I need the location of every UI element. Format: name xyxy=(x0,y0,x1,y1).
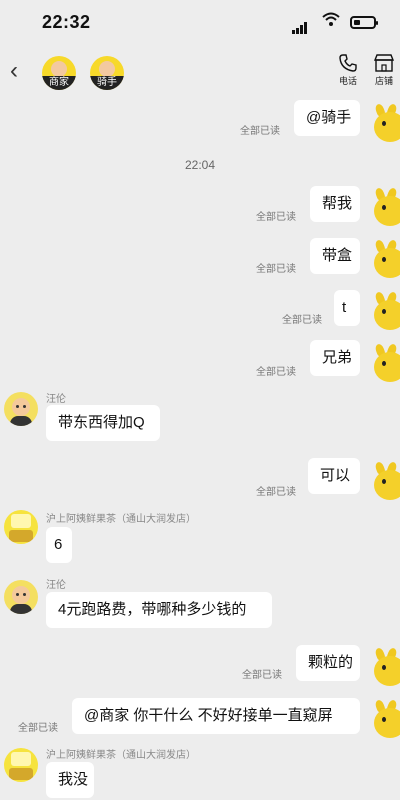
user-avatar[interactable] xyxy=(372,462,400,502)
store-icon xyxy=(374,54,394,72)
status-bar: 22:32 xyxy=(0,0,400,48)
sender-avatar[interactable] xyxy=(4,580,38,614)
phone-button[interactable]: 电话 xyxy=(328,54,368,87)
shop-avatar[interactable] xyxy=(4,510,38,544)
read-status: 全部已读 xyxy=(18,723,58,734)
message-bubble-sent[interactable]: 帮我 xyxy=(310,186,360,222)
sender-name: 汪伦 xyxy=(46,394,66,405)
user-avatar[interactable] xyxy=(372,292,400,332)
message-bubble-received[interactable]: 我没 xyxy=(46,762,94,798)
back-arrow-icon[interactable]: ‹ xyxy=(10,58,30,84)
message-bubble-sent[interactable]: @骑手 xyxy=(294,100,360,136)
read-status: 全部已读 xyxy=(282,315,322,326)
store-button[interactable]: 店铺 xyxy=(364,54,400,87)
shop-avatar[interactable] xyxy=(4,748,38,782)
merchant-avatar[interactable]: 商家 xyxy=(42,56,76,90)
message-bubble-sent[interactable]: 带盒 xyxy=(310,238,360,274)
user-avatar[interactable] xyxy=(372,240,400,280)
user-avatar[interactable] xyxy=(372,344,400,384)
chat-header: ‹ 商家 骑手 电话 店铺 xyxy=(0,48,400,96)
read-status: 全部已读 xyxy=(256,264,296,275)
read-status: 全部已读 xyxy=(240,126,280,137)
message-bubble-sent[interactable]: 兄弟 xyxy=(310,340,360,376)
wifi-icon xyxy=(322,12,340,26)
message-bubble-sent[interactable]: t xyxy=(334,290,360,326)
message-bubble-received[interactable]: 带东西得加Q xyxy=(46,405,160,441)
read-status: 全部已读 xyxy=(256,367,296,378)
message-bubble-received[interactable]: 4元跑路费，带哪种多少钱的 xyxy=(46,592,272,628)
message-bubble-received[interactable]: 6 xyxy=(46,527,72,563)
message-timestamp: 22:04 xyxy=(184,158,216,172)
user-avatar[interactable] xyxy=(372,104,400,144)
store-label: 店铺 xyxy=(374,76,393,86)
message-bubble-sent[interactable]: 可以 xyxy=(308,458,360,494)
user-avatar[interactable] xyxy=(372,188,400,228)
battery-icon xyxy=(350,16,378,29)
phone-icon xyxy=(339,54,357,72)
user-avatar[interactable] xyxy=(372,700,400,740)
user-avatar[interactable] xyxy=(372,648,400,688)
sender-name: 沪上阿姨鲜果茶（通山大润发店） xyxy=(46,750,196,761)
sender-name: 汪伦 xyxy=(46,580,66,591)
status-time: 22:32 xyxy=(42,12,91,32)
message-bubble-sent[interactable]: 颗粒的 xyxy=(296,645,360,681)
read-status: 全部已读 xyxy=(256,487,296,498)
phone-label: 电话 xyxy=(338,76,357,86)
merchant-label: 商家 xyxy=(42,76,76,90)
rider-label: 骑手 xyxy=(90,76,124,90)
message-bubble-sent[interactable]: @商家 你干什么 不好好接单一直窥屏 xyxy=(72,698,360,734)
read-status: 全部已读 xyxy=(242,670,282,681)
sender-name: 沪上阿姨鲜果茶（通山大润发店） xyxy=(46,514,196,525)
rider-avatar[interactable]: 骑手 xyxy=(90,56,124,90)
sender-avatar[interactable] xyxy=(4,392,38,426)
signal-icon xyxy=(292,16,308,34)
read-status: 全部已读 xyxy=(256,212,296,223)
